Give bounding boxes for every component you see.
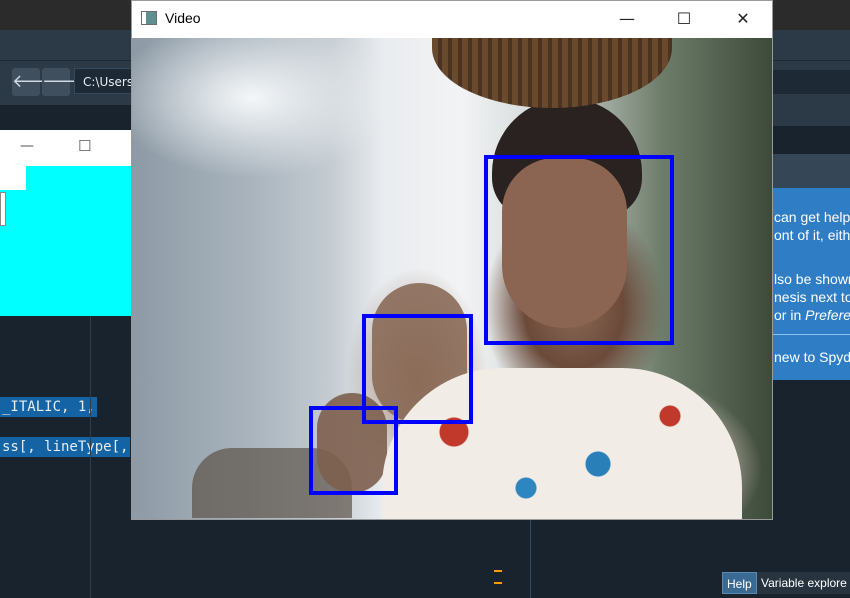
bg-window-titlebar: — ☐ [0,130,131,166]
right-pane-field[interactable] [770,70,850,94]
right-pane-toolbar [770,104,850,126]
bg-window-field[interactable] [0,166,26,190]
window-title: Video [165,10,201,26]
app-window-icon [141,11,157,25]
woven-basket [432,38,672,108]
help-text-segment: or in [774,307,806,323]
close-button[interactable]: ✕ [720,1,766,37]
tab-help[interactable]: Help [722,572,757,594]
tab-variable-explorer[interactable]: Variable explore [757,572,850,594]
back-arrow-icon[interactable]: 🡐 [12,68,60,96]
editor-margin-line [90,316,91,598]
help-text-line: can get help o [774,209,850,225]
pane-separator[interactable] [530,520,531,598]
help-panel-header [772,154,850,188]
bg-minimize-button[interactable]: — [20,138,34,154]
help-text-line: new to Spyde [774,349,850,365]
forward-arrow-icon[interactable]: 🡒 [42,68,90,96]
help-text-italic: Prefere [805,307,850,323]
help-text-line: nesis next to [774,289,850,305]
help-divider [772,334,850,335]
minimize-button[interactable]: — [604,1,650,37]
bg-maximize-button[interactable]: ☐ [78,137,91,155]
maximize-button[interactable]: ☐ [661,1,707,37]
code-line-1: _ITALIC, 1, [0,397,97,417]
help-text-line: ont of it, eithe [774,227,850,243]
bg-window-control[interactable] [0,192,6,226]
help-text-line: or in Prefere [774,307,850,323]
help-text-line: lso be shown [774,271,850,287]
code-line-2: ss[, lineType[, [0,437,131,457]
face-detection-box [484,155,674,345]
video-frame [132,38,772,519]
scroll-markers [494,570,502,594]
face-detection-box [309,406,398,495]
